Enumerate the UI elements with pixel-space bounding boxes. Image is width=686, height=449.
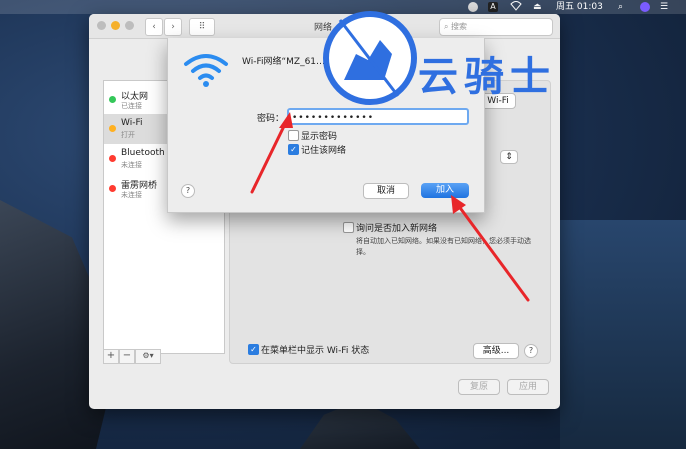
- arrow-to-join: [456, 203, 530, 302]
- arrow-to-password: [250, 120, 288, 194]
- arrow-head-password: [279, 112, 293, 128]
- annotation-arrows: [250, 112, 530, 302]
